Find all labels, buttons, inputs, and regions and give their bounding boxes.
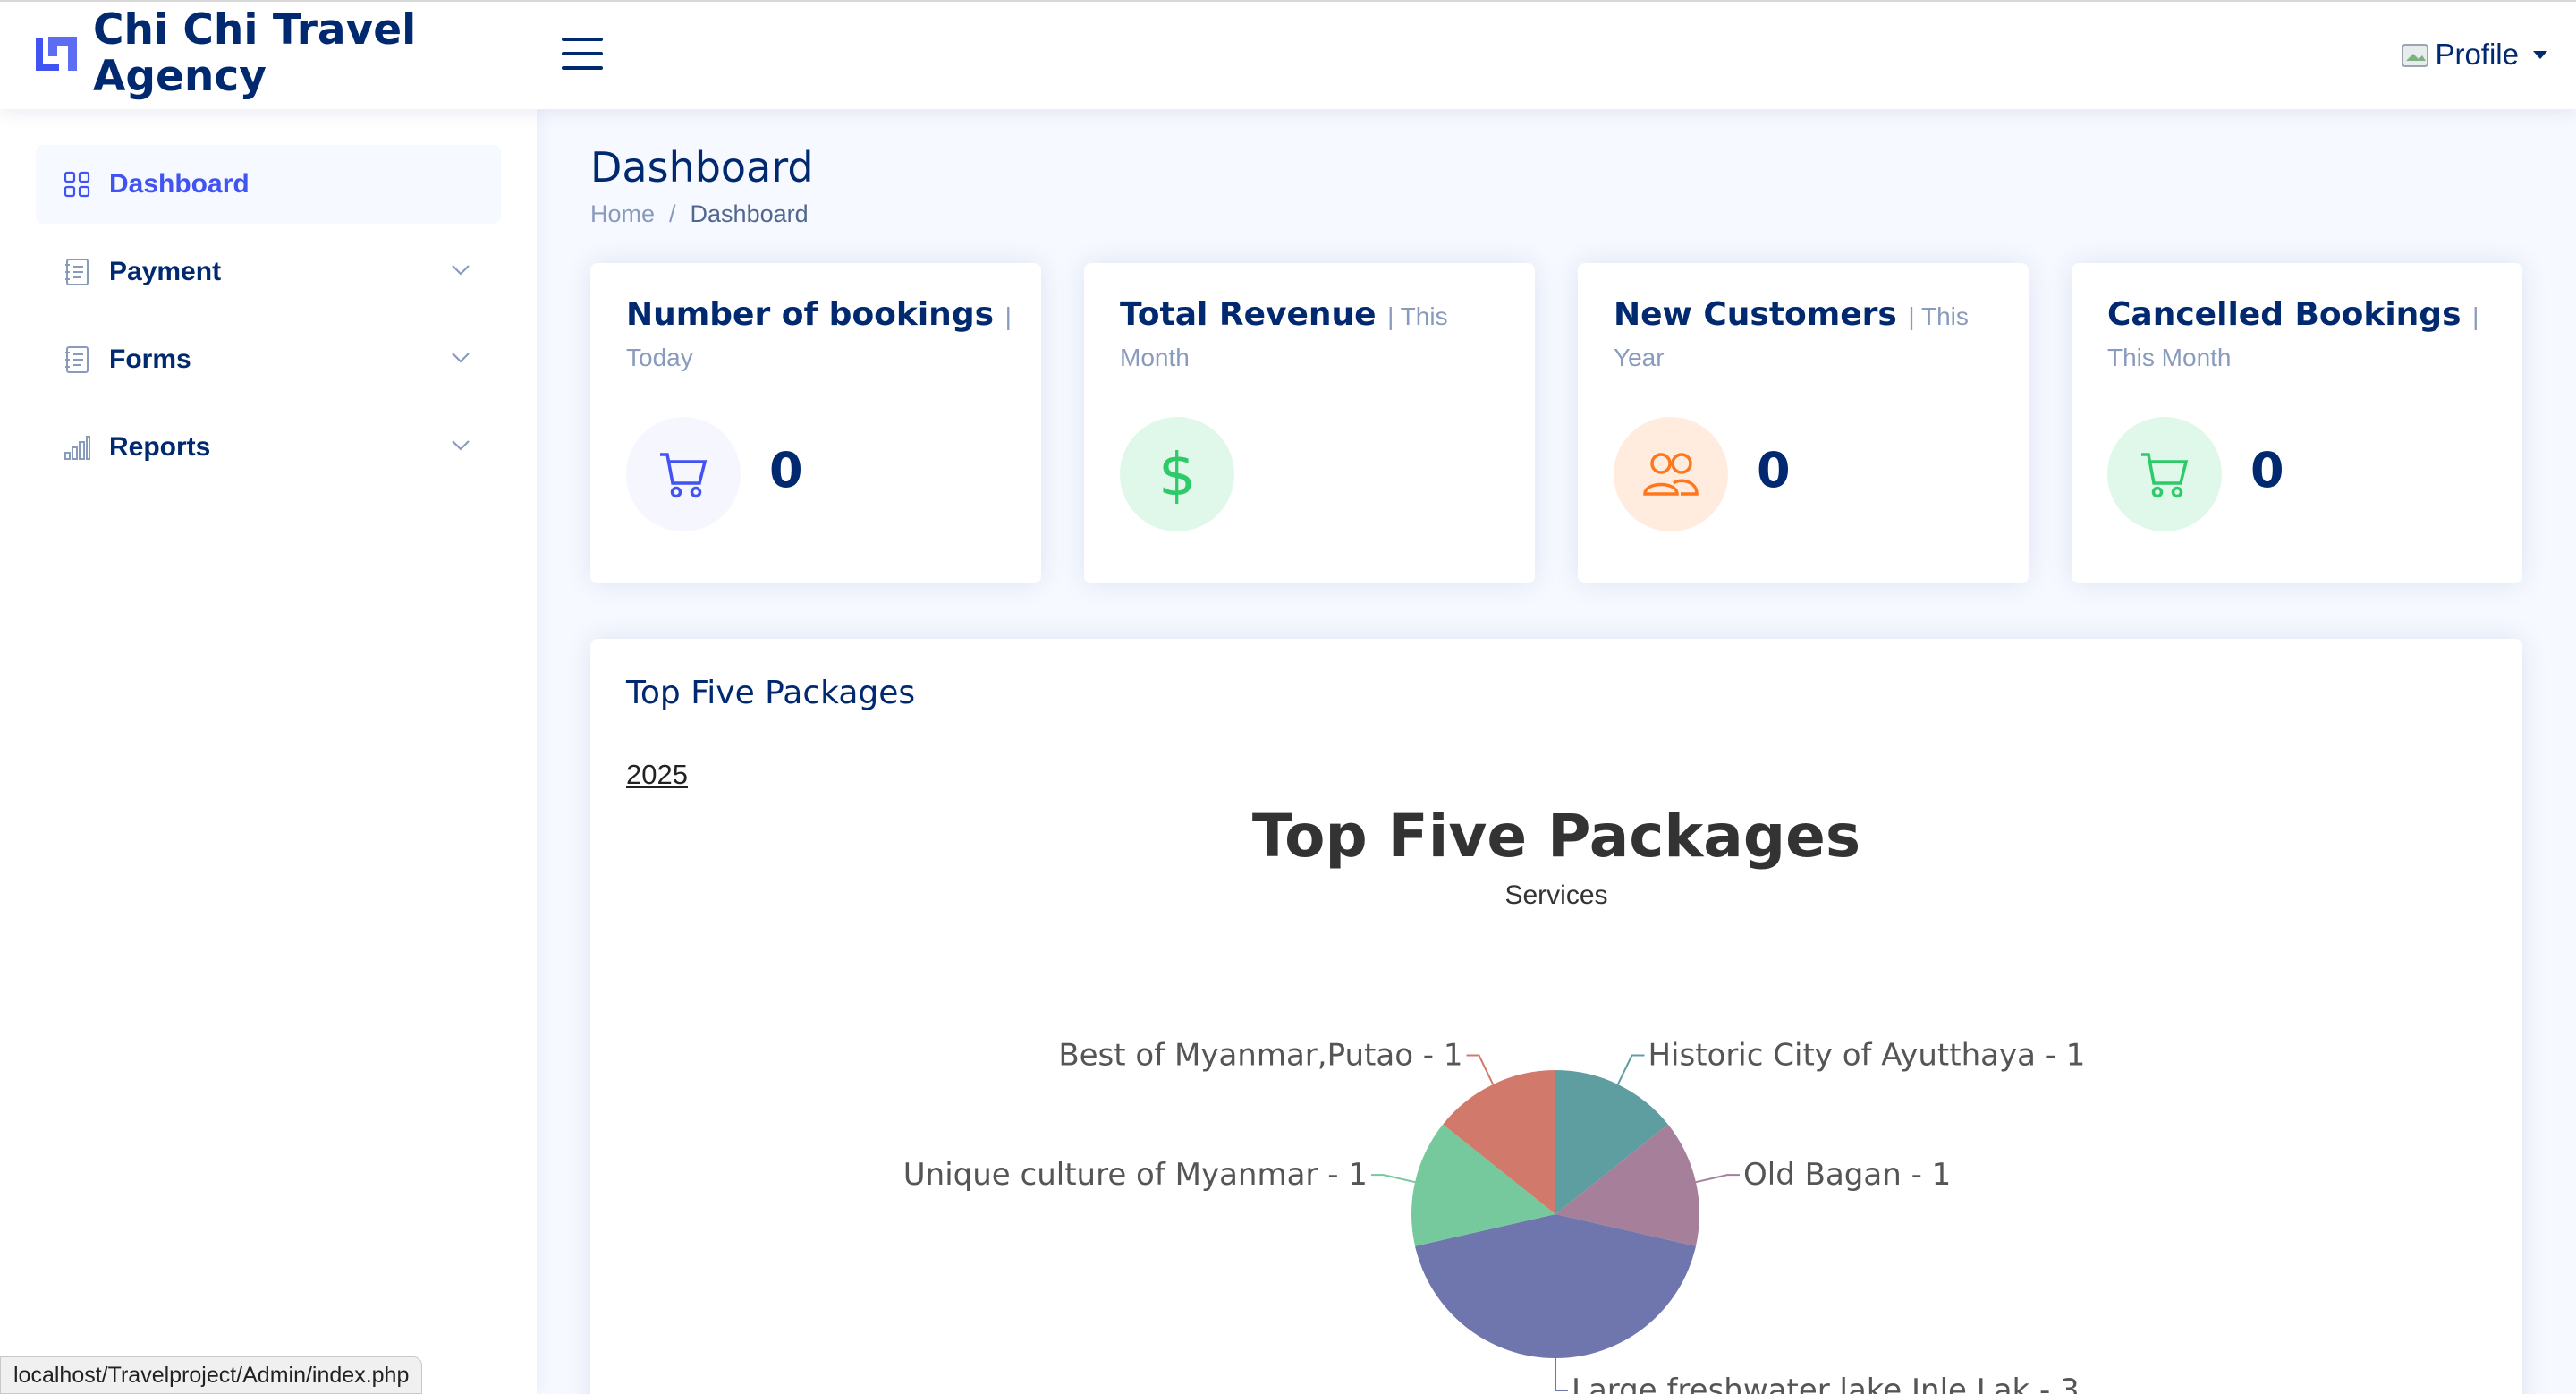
journal-icon: [65, 346, 89, 373]
dollar-icon: $: [1158, 439, 1196, 509]
menu-line: [562, 38, 603, 41]
menu-line: [562, 66, 603, 70]
stat-title-text: New Customers: [1614, 296, 1897, 333]
stat-title-text: Cancelled Bookings: [2107, 296, 2462, 333]
pie-label-connector: [1616, 1054, 1645, 1085]
breadcrumb-current: Dashboard: [690, 200, 809, 227]
grid-icon: [64, 171, 90, 198]
menu-toggle-button[interactable]: [562, 38, 603, 73]
page-title: Dashboard: [590, 143, 814, 191]
pie-label-connector: [1695, 1174, 1741, 1184]
broken-image-icon: [2402, 44, 2429, 67]
pie-slice-label: Unique culture of Myanmar - 1: [903, 1157, 1368, 1193]
sidebar-item-label: Reports: [109, 432, 211, 462]
cart-icon: [660, 453, 708, 498]
stat-title: Total Revenue | This Month: [1120, 295, 1513, 378]
profile-dropdown[interactable]: Profile: [2401, 38, 2547, 72]
pie-slice-label: Large freshwater lake Inle Lak - 3: [1572, 1373, 2080, 1394]
pie-label-connector: [1555, 1358, 1568, 1391]
journal-icon: [65, 259, 89, 285]
profile-label: Profile: [2435, 38, 2519, 71]
stat-value: 0: [1757, 442, 1791, 498]
stat-icon-circle: [626, 417, 741, 531]
pie-slice-label: Old Bagan - 1: [1743, 1157, 1951, 1193]
pie-label-connector: [1466, 1054, 1495, 1085]
stat-card-bookings: Number of bookings | Today 0: [590, 263, 1041, 583]
chevron-down-icon: [452, 265, 470, 276]
stat-value: 0: [769, 442, 803, 498]
chevron-down-icon: [452, 440, 470, 451]
sidebar-item-label: Payment: [109, 257, 222, 286]
top-packages-card: Top Five Packages 2025 Top Five Packages…: [590, 639, 2522, 1394]
stat-title: Cancelled Bookings | This Month: [2107, 295, 2501, 378]
sidebar-item-forms[interactable]: Forms: [36, 320, 501, 399]
sidebar-item-dashboard[interactable]: Dashboard: [36, 145, 501, 224]
sidebar-item-payment[interactable]: Payment: [36, 233, 501, 311]
stat-title: New Customers | This Year: [1614, 295, 2007, 378]
people-icon: [1643, 453, 1699, 496]
brand-name: Chi Chi Travel Agency: [93, 5, 417, 101]
bar-chart-icon: [64, 436, 90, 460]
stat-card-customers: New Customers | This Year 0: [1578, 263, 2029, 583]
pie-chart: Historic City of Ayutthaya - 1 Old Bagan …: [903, 1038, 2086, 1394]
breadcrumb-home[interactable]: Home: [590, 200, 655, 228]
sidebar-item-label: Dashboard: [109, 169, 250, 199]
stat-title: Number of bookings | Today: [626, 295, 1020, 378]
breadcrumb-separator: /: [669, 200, 676, 227]
stat-card-revenue: Total Revenue | This Month $: [1084, 263, 1535, 583]
sidebar-item-reports[interactable]: Reports: [36, 408, 501, 487]
chevron-down-icon: [2533, 50, 2547, 59]
sidebar: Dashboard Payment Forms Reports: [0, 109, 537, 1394]
pie-slice-label: Best of Myanmar,Putao - 1: [1058, 1038, 1462, 1074]
sidebar-item-label: Forms: [109, 344, 191, 374]
pie-slice-label: Historic City of Ayutthaya - 1: [1648, 1038, 2085, 1074]
stat-icon-circle: $: [1120, 417, 1234, 531]
cart-icon: [2141, 453, 2189, 498]
stat-icon-circle: [1614, 417, 1728, 531]
stat-icon-circle: [2107, 417, 2222, 531]
stat-title-text: Number of bookings: [626, 296, 995, 333]
top-header: Chi Chi Travel Agency Profile: [0, 0, 2576, 109]
menu-line: [562, 52, 603, 55]
stat-card-cancelled: Cancelled Bookings | This Month 0: [2072, 263, 2522, 583]
stat-value: 0: [2250, 442, 2284, 498]
stat-title-text: Total Revenue: [1120, 296, 1377, 333]
breadcrumb: Home / Dashboard: [590, 200, 809, 228]
pie-label-connector: [1370, 1174, 1416, 1184]
status-bar-url: localhost/Travelproject/Admin/index.php: [0, 1356, 423, 1394]
chevron-down-icon: [452, 353, 470, 363]
brand-logo[interactable]: Chi Chi Travel Agency: [32, 7, 451, 100]
logo-icon: [36, 37, 77, 71]
